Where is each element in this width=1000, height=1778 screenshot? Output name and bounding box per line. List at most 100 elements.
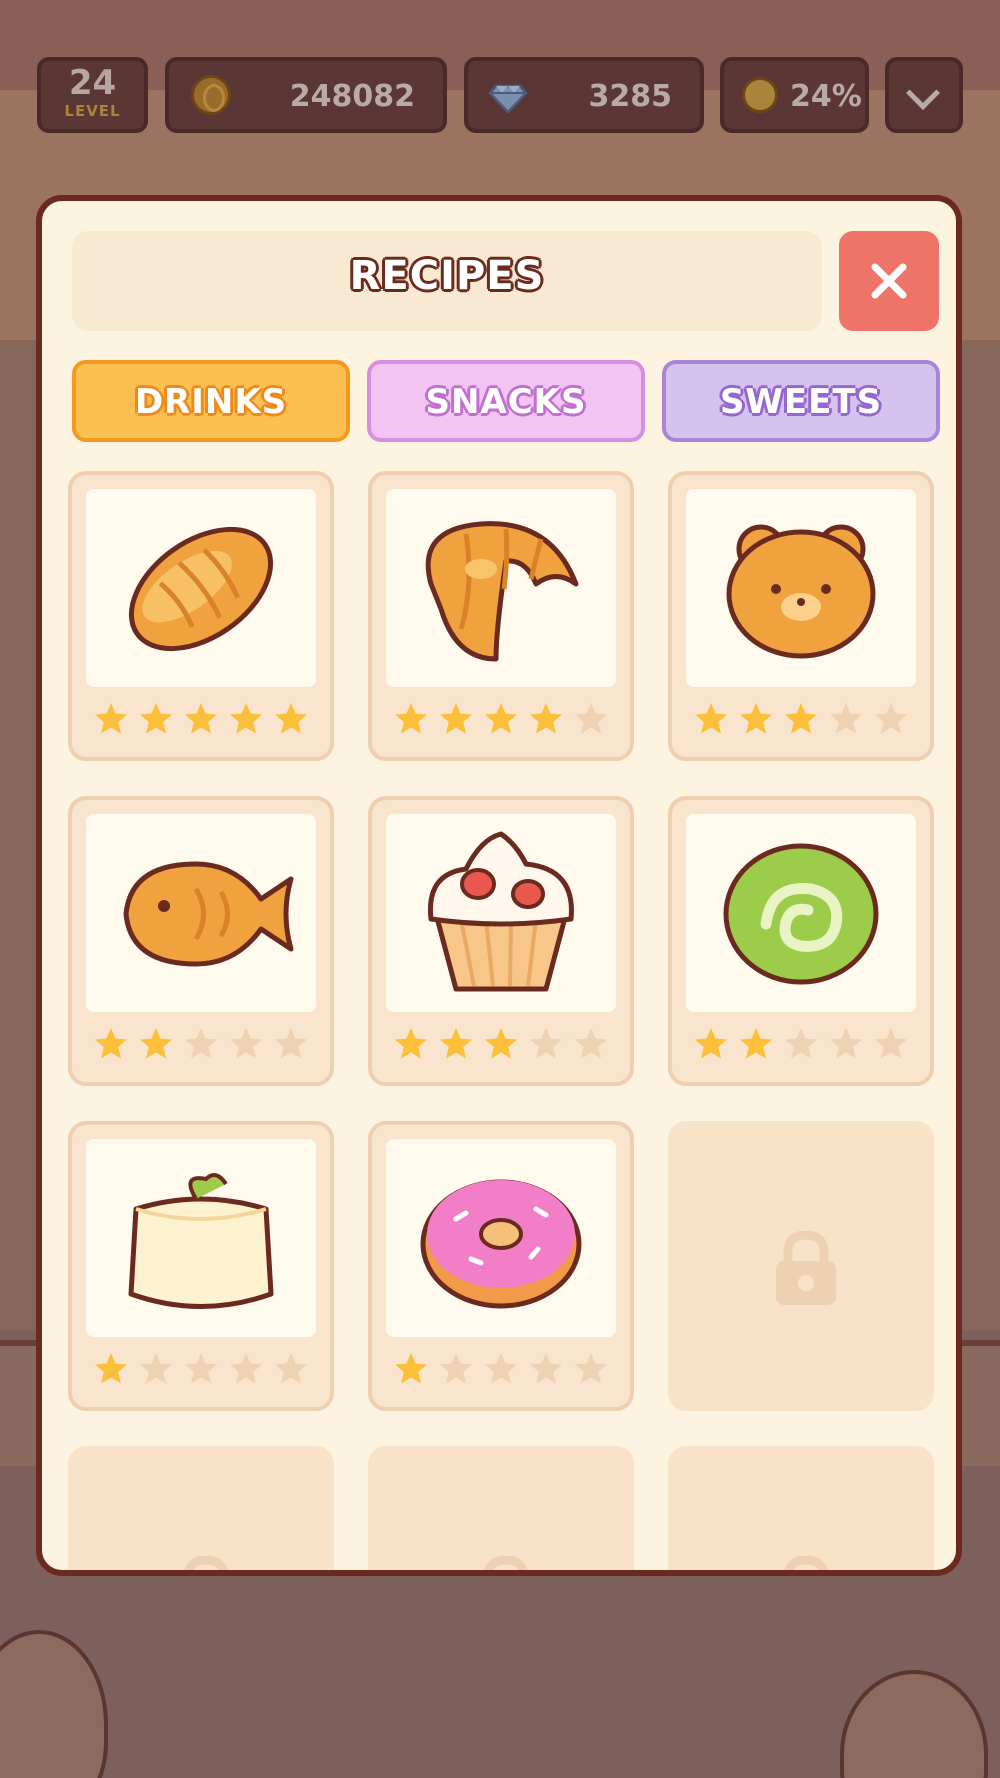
star-rating [72,701,330,741]
recipe-card[interactable] [68,796,334,1086]
star-rating [372,701,630,741]
modal-header: RECIPES [72,231,822,331]
star-filled-icon [275,703,307,734]
star-empty-icon [830,703,862,734]
lock-icon [784,1556,828,1570]
star-filled-icon [140,1028,172,1059]
star-rating [672,1026,930,1066]
star-filled-icon [395,1028,427,1059]
star-rating [672,701,930,741]
star-filled-icon [530,703,562,734]
recipe-card[interactable] [68,1121,334,1411]
recipe-card-locked[interactable] [668,1446,934,1570]
tab-drinks[interactable]: DRINKS [72,360,350,442]
star-empty-icon [530,1353,562,1384]
star-filled-icon [440,703,472,734]
recipe-card-locked[interactable] [668,1121,934,1411]
recipe-image [86,1139,316,1337]
star-filled-icon [485,703,517,734]
star-filled-icon [95,1353,127,1384]
recipe-card[interactable] [368,796,634,1086]
star-empty-icon [485,1353,517,1384]
recipe-card-locked[interactable] [68,1446,334,1570]
bread-loaf-icon [128,526,274,652]
star-filled-icon [395,703,427,734]
happiness-meter[interactable]: 24% [720,57,869,133]
recipe-image [686,814,916,1012]
strawberry-cupcake-icon [427,831,574,992]
modal-title: RECIPES [349,253,545,299]
coin-counter[interactable]: 248082 [165,57,447,133]
star-empty-icon [275,1353,307,1384]
star-empty-icon [830,1028,862,1059]
recipe-image [686,489,916,687]
matcha-roll-icon [723,843,879,985]
recipe-image [386,489,616,687]
recipe-card-locked[interactable] [368,1446,634,1570]
dropdown-button[interactable] [885,57,963,133]
star-empty-icon [575,1353,607,1384]
bear-bun-icon [726,524,876,659]
star-filled-icon [140,703,172,734]
recipe-card[interactable] [668,796,934,1086]
star-empty-icon [185,1353,217,1384]
gem-counter[interactable]: 3285 [464,57,704,133]
recipe-card[interactable] [668,471,934,761]
recipes-modal: RECIPES DRINKS SNACKS SWEETS [36,195,962,1576]
happiness-value: 24% [790,79,862,114]
recipe-image [386,814,616,1012]
star-empty-icon [575,1028,607,1059]
star-empty-icon [230,1353,262,1384]
star-empty-icon [875,703,907,734]
recipe-image [86,814,316,1012]
star-empty-icon [230,1028,262,1059]
coin-icon [191,75,231,115]
star-filled-icon [95,1028,127,1059]
star-filled-icon [95,703,127,734]
chevron-down-icon [906,76,940,110]
star-filled-icon [440,1028,472,1059]
star-filled-icon [185,703,217,734]
star-empty-icon [875,1028,907,1059]
star-filled-icon [230,703,262,734]
star-filled-icon [740,1028,772,1059]
star-empty-icon [785,1028,817,1059]
star-rating [372,1351,630,1391]
taiyaki-icon [123,861,294,967]
close-button[interactable] [839,231,939,331]
cheesecake-icon [128,1173,274,1309]
star-rating [72,1351,330,1391]
level-number: 24 [68,63,117,103]
star-filled-icon [695,1028,727,1059]
gem-value: 3285 [588,79,673,114]
close-icon [871,263,907,299]
star-filled-icon [485,1028,517,1059]
star-empty-icon [185,1028,217,1059]
croissant-icon [425,521,579,662]
star-empty-icon [275,1028,307,1059]
star-empty-icon [440,1353,472,1384]
star-filled-icon [395,1353,427,1384]
star-empty-icon [575,703,607,734]
star-empty-icon [140,1353,172,1384]
level-badge: 24 LEVEL [37,57,148,133]
recipe-card[interactable] [68,471,334,761]
tab-snacks[interactable]: SNACKS [367,360,645,442]
tab-sweets[interactable]: SWEETS [662,360,940,442]
gem-icon [488,84,528,114]
star-filled-icon [740,703,772,734]
coin-value: 248082 [289,79,415,114]
recipe-card[interactable] [368,471,634,761]
star-rating [372,1026,630,1066]
lock-icon [776,1231,836,1305]
star-rating [72,1026,330,1066]
lock-icon [484,1556,528,1570]
recipe-image [86,489,316,687]
lock-icon [184,1556,228,1570]
star-empty-icon [530,1028,562,1059]
pink-donut-icon [420,1179,582,1309]
star-filled-icon [695,703,727,734]
recipe-card[interactable] [368,1121,634,1411]
recipe-image [386,1139,616,1337]
star-filled-icon [785,703,817,734]
